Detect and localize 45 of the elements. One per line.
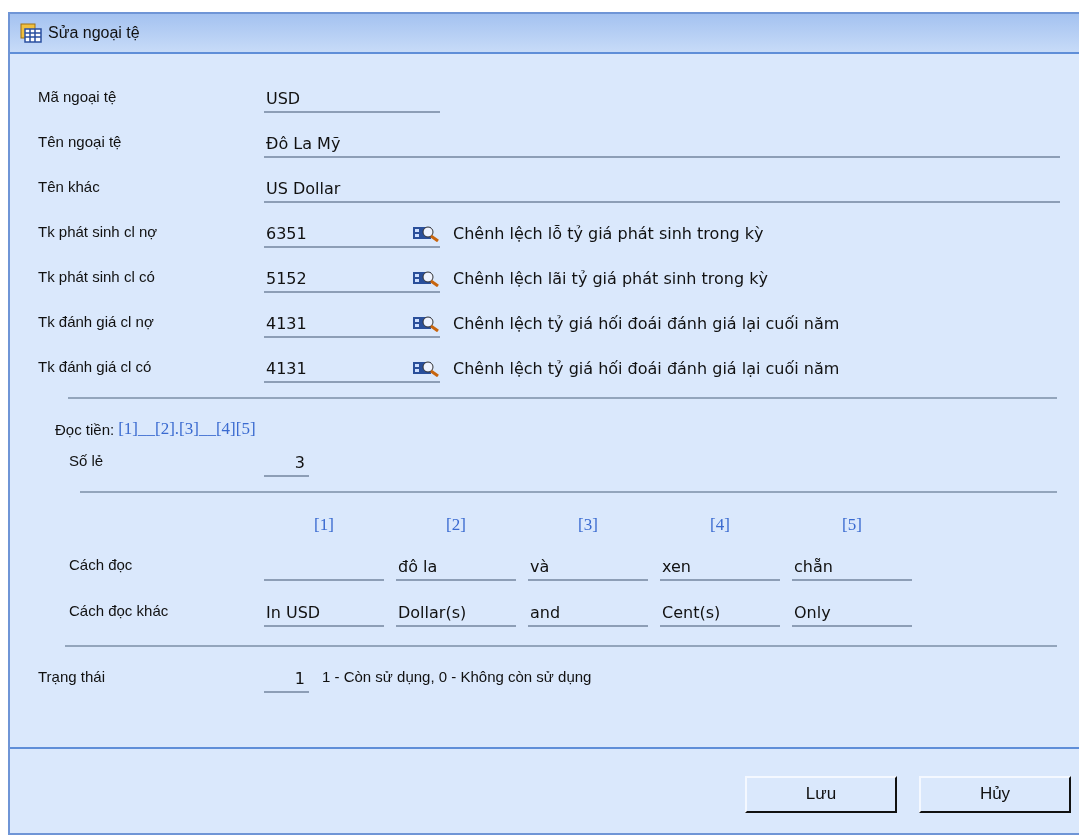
field-label: Cách đọc [68,556,134,575]
text-field[interactable]: US Dollar [264,175,1060,203]
field-label: Cách đọc khác [68,602,170,621]
reading-format-pattern: [1]__[2].[3]__[4][5] [118,419,256,439]
field-label: Tk phát sinh cl có [38,268,156,287]
account-description: Chênh lệch tỷ giá hối đoái đánh giá lại cuối năm [453,359,840,380]
text-field[interactable]: chẵn [792,553,912,581]
account-description: Chênh lệch lãi tỷ giá phát sinh trong kỳ [453,269,768,290]
dialog-button[interactable]: Hủy [919,775,1071,813]
field-label: Tk phát sinh cl nợ [38,223,159,242]
field-label: Số lẻ [68,452,105,471]
text-field[interactable]: và [528,553,648,581]
window-title: Sửa ngoại tệ [48,24,140,42]
lookup-icon[interactable] [412,359,440,377]
table-icon [20,23,42,43]
column-header: [2] [445,515,467,535]
field-label: Mã ngoại tệ [38,88,118,107]
text-field[interactable]: and [528,599,648,627]
text-field[interactable]: USD [264,85,440,113]
number-field[interactable]: 1 [264,665,309,693]
field-label: Tên ngoại tệ [38,133,123,152]
text-field[interactable]: xen [660,553,780,581]
text-field[interactable]: Cent(s) [660,599,780,627]
lookup-icon[interactable] [412,314,440,332]
column-header: [4] [709,515,731,535]
text-field[interactable]: đô la [396,553,516,581]
field-label: Trạng thái [38,668,106,687]
column-header: [5] [841,515,863,535]
text-field[interactable]: Đô La Mỹ [264,130,1060,158]
text-field[interactable]: Only [792,599,912,627]
column-header: [3] [577,515,599,535]
field-label: Tk đánh giá cl có [38,358,153,377]
status-description: 1 - Còn sử dụng, 0 - Không còn sử dụng [322,668,592,687]
dialog-button[interactable]: Lưu [745,775,897,813]
lookup-icon[interactable] [412,269,440,287]
reading-format-label: Đọc tiền: [55,420,115,438]
text-field[interactable]: In USD [264,599,384,627]
text-field[interactable]: Dollar(s) [396,599,516,627]
lookup-icon[interactable] [412,224,440,242]
column-header: [1] [313,515,335,535]
account-description: Chênh lệch lỗ tỷ giá phát sinh trong kỳ [453,224,764,245]
account-description: Chênh lệch tỷ giá hối đoái đánh giá lại cuối năm [453,314,840,335]
field-label: Tk đánh giá cl nợ [38,313,155,332]
number-field[interactable]: 3 [264,449,309,477]
field-label: Tên khác [38,178,101,197]
